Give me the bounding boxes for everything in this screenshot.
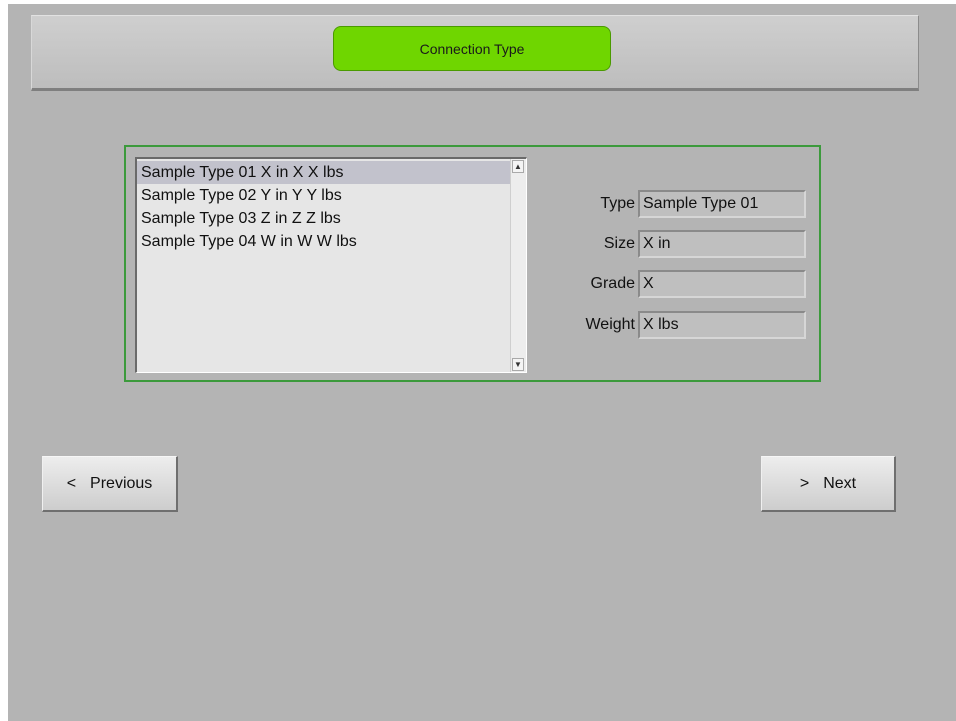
type-field: Sample Type 01 [638, 190, 806, 218]
list-item[interactable]: Sample Type 01 X in X X lbs [137, 161, 510, 184]
type-row: Type Sample Type 01 [546, 190, 806, 218]
grade-row: Grade X [546, 270, 806, 298]
weight-row: Weight X lbs [546, 311, 806, 339]
size-row: Size X in [546, 230, 806, 258]
previous-button[interactable]: < Previous [42, 456, 178, 512]
connection-group: Sample Type 01 X in X X lbs Sample Type … [124, 145, 821, 382]
chevron-up-icon[interactable]: ▲ [512, 160, 524, 173]
previous-label: Previous [90, 474, 153, 492]
list-item[interactable]: Sample Type 03 Z in Z Z lbs [137, 207, 510, 230]
grade-field: X [638, 270, 806, 298]
weight-label: Weight [585, 316, 635, 333]
next-label: Next [823, 474, 857, 492]
grade-label: Grade [590, 275, 635, 292]
next-button[interactable]: > Next [761, 456, 896, 512]
page-title: Connection Type [333, 26, 611, 71]
header-bar: Connection Type [31, 15, 919, 91]
chevron-down-icon[interactable]: ▼ [512, 358, 524, 371]
size-field: X in [638, 230, 806, 258]
chevron-left-icon: < [66, 474, 77, 492]
list-item[interactable]: Sample Type 02 Y in Y Y lbs [137, 184, 510, 207]
connection-type-list[interactable]: Sample Type 01 X in X X lbs Sample Type … [135, 157, 527, 373]
list-items: Sample Type 01 X in X X lbs Sample Type … [137, 161, 510, 253]
list-scrollbar[interactable]: ▲ ▼ [510, 159, 526, 372]
chevron-right-icon: > [799, 474, 810, 492]
list-item[interactable]: Sample Type 04 W in W W lbs [137, 230, 510, 253]
size-label: Size [603, 235, 635, 252]
type-label: Type [600, 195, 635, 212]
weight-field: X lbs [638, 311, 806, 339]
screen: Connection Type Sample Type 01 X in X X … [8, 4, 956, 721]
